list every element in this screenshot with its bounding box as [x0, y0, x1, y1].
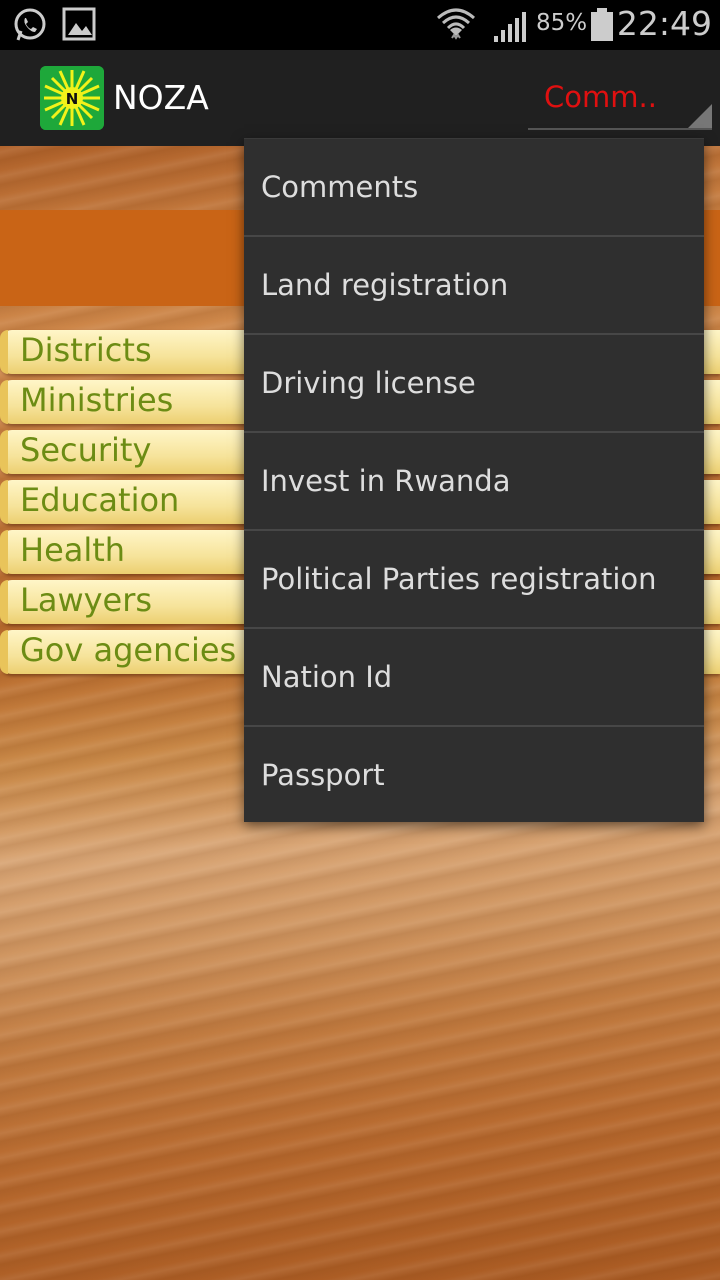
- dropdown-option-label: Nation Id: [261, 660, 393, 694]
- dropdown-option-label: Land registration: [261, 268, 509, 302]
- status-bar: 85% 22:49: [0, 0, 720, 50]
- spinner-dropdown: Comments Land registration Driving licen…: [244, 138, 704, 822]
- category-spinner[interactable]: Comm..: [528, 72, 712, 130]
- app-title: NOZA: [113, 78, 209, 117]
- whatsapp-icon: [12, 7, 48, 47]
- dropdown-option-label: Comments: [261, 170, 419, 204]
- signal-icon: [492, 10, 528, 48]
- category-label: Education: [20, 481, 180, 519]
- app-logo: N: [40, 66, 104, 130]
- dropdown-option-invest-in-rwanda[interactable]: Invest in Rwanda: [244, 433, 704, 531]
- category-label: Lawyers: [20, 581, 153, 619]
- wifi-icon: [436, 6, 476, 48]
- category-label: Security: [20, 431, 152, 469]
- dropdown-option-label: Passport: [261, 758, 385, 792]
- dropdown-option-label: Political Parties registration: [261, 562, 657, 596]
- category-label: Ministries: [20, 381, 174, 419]
- clock: 22:49: [616, 4, 712, 43]
- battery-icon: [590, 8, 614, 46]
- action-bar: N NOZA Comm..: [0, 50, 720, 146]
- category-label: Gov agencies: [20, 631, 237, 669]
- dropdown-option-political-parties[interactable]: Political Parties registration: [244, 531, 704, 629]
- dropdown-option-comments[interactable]: Comments: [244, 139, 704, 237]
- svg-text:N: N: [66, 90, 79, 108]
- spinner-selected-label: Comm..: [544, 80, 657, 114]
- dropdown-option-passport[interactable]: Passport: [244, 727, 704, 825]
- spinner-arrow-icon: [688, 104, 712, 128]
- dropdown-option-label: Invest in Rwanda: [261, 464, 511, 498]
- dropdown-option-nation-id[interactable]: Nation Id: [244, 629, 704, 727]
- gallery-icon: [62, 7, 96, 45]
- dropdown-option-land-registration[interactable]: Land registration: [244, 237, 704, 335]
- dropdown-option-label: Driving license: [261, 366, 476, 400]
- category-label: Districts: [20, 331, 152, 369]
- dropdown-option-driving-license[interactable]: Driving license: [244, 335, 704, 433]
- category-label: Health: [20, 531, 126, 569]
- battery-percent: 85%: [536, 10, 588, 36]
